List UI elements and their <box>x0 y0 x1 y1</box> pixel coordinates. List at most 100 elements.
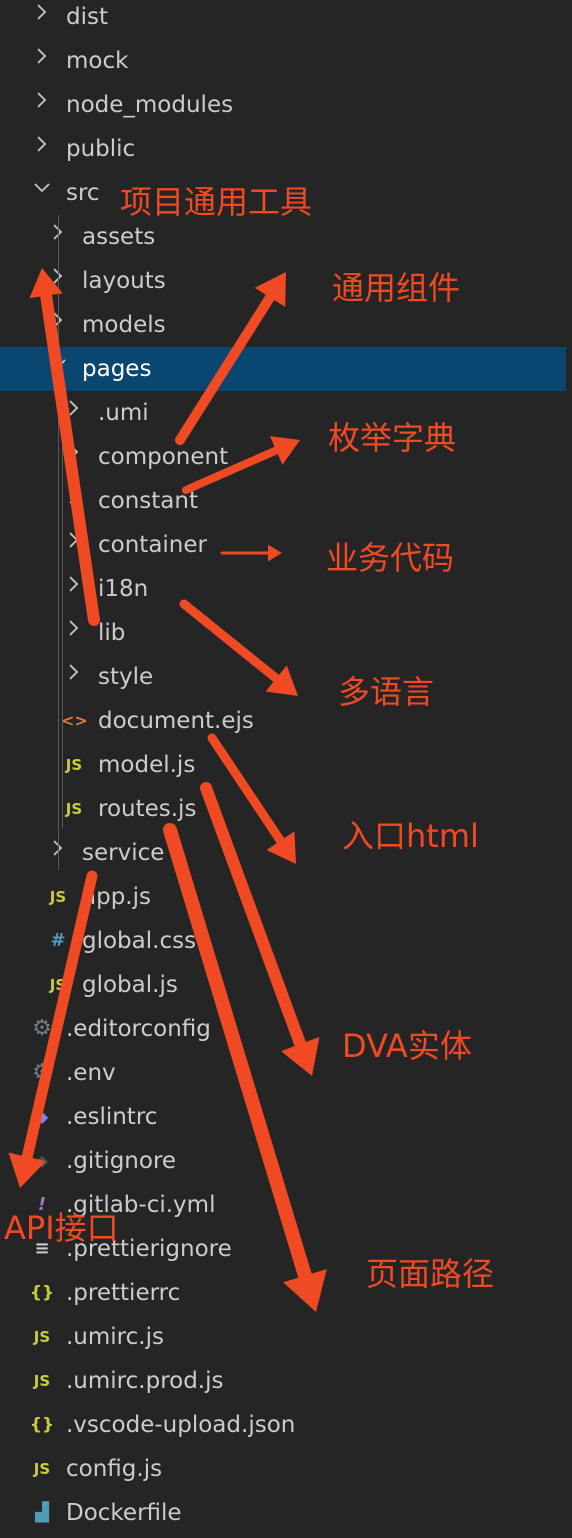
tree-item-constant[interactable]: constant <box>0 479 566 523</box>
tree-item-global-css[interactable]: # global.css <box>0 919 566 963</box>
tree-item-style[interactable]: style <box>0 655 566 699</box>
tree-item-layouts[interactable]: layouts <box>0 259 566 303</box>
js-file-icon: JS <box>65 800 83 818</box>
tree-item-label: config.js <box>66 1456 163 1482</box>
tree-item-dot-umirc-prod-js[interactable]: JS .umirc.prod.js <box>0 1359 566 1403</box>
js-file-icon: JS <box>33 1328 51 1346</box>
tree-item-lib[interactable]: lib <box>0 611 566 655</box>
annotation-label: 枚举字典 <box>328 419 457 457</box>
chevron-right-icon <box>61 479 87 523</box>
tree-item-label: service <box>82 840 165 866</box>
tree-item-pages[interactable]: pages <box>0 347 566 391</box>
eslint-icon: ◆ <box>35 1107 49 1126</box>
tree-item-label: node_modules <box>66 92 234 118</box>
tree-item-label: component <box>98 444 229 470</box>
tree-item-label: global.js <box>82 972 178 998</box>
chevron-right-icon <box>61 523 87 567</box>
tree-item-label: lib <box>98 620 126 646</box>
tree-item-dot-gitignore[interactable]: ◆ .gitignore <box>0 1139 566 1183</box>
tree-item-dot-vscode-upload-json[interactable]: {} .vscode-upload.json <box>0 1403 566 1447</box>
tree-item-label: dist <box>66 4 108 30</box>
tree-item-label: global.css <box>82 928 197 954</box>
tree-item-label: layouts <box>82 268 166 294</box>
annotation-label: 页面路径 <box>366 1255 495 1293</box>
tree-item-label: document.ejs <box>98 708 254 734</box>
tree-item-label: app.js <box>82 884 151 910</box>
tree-item-dist[interactable]: dist <box>0 0 566 39</box>
tree-item-container[interactable]: container <box>0 523 566 567</box>
tree-item-label: .vscode-upload.json <box>66 1412 296 1438</box>
annotation-label: 业务代码 <box>326 539 455 577</box>
chevron-right-icon <box>61 435 87 479</box>
tree-item-node_modules[interactable]: node_modules <box>0 83 566 127</box>
tree-item-label: .editorconfig <box>66 1016 211 1042</box>
tree-item-mock[interactable]: mock <box>0 39 566 83</box>
tree-item-label: public <box>66 136 136 162</box>
tree-item-label: .gitignore <box>66 1148 177 1174</box>
tree-item-dot-eslintrc[interactable]: ◆ .eslintrc <box>0 1095 566 1139</box>
annotation-label: 项目通用工具 <box>120 183 313 221</box>
chevron-right-icon <box>29 39 55 83</box>
chevron-down-icon <box>29 171 55 215</box>
tree-item-label: routes.js <box>98 796 197 822</box>
json-braces-icon: {} <box>29 1283 55 1303</box>
tree-item-label: .umirc.js <box>66 1324 164 1350</box>
tree-item-label: .eslintrc <box>66 1104 158 1130</box>
indent-guide <box>58 215 59 870</box>
gear-icon: ⚙ <box>32 1060 52 1085</box>
annotation-label: 入口html <box>342 817 479 855</box>
tree-item-label: style <box>98 664 154 690</box>
tree-item-label: container <box>98 532 207 558</box>
js-file-icon: JS <box>65 756 83 774</box>
tree-item-models[interactable]: models <box>0 303 566 347</box>
tree-item-dot-umirc-js[interactable]: JS .umirc.js <box>0 1315 566 1359</box>
chevron-right-icon <box>61 567 87 611</box>
tree-item-dot-env[interactable]: ⚙ .env <box>0 1051 566 1095</box>
tree-item-app-js[interactable]: JS app.js <box>0 875 566 919</box>
tree-item-config-js[interactable]: JS config.js <box>0 1447 566 1491</box>
tree-item-label: mock <box>66 48 129 74</box>
tree-item-component[interactable]: component <box>0 435 566 479</box>
tree-item-dot-umi[interactable]: .umi <box>0 391 566 435</box>
chevron-right-icon <box>29 83 55 127</box>
chevron-right-icon <box>61 611 87 655</box>
js-file-icon: JS <box>49 888 67 906</box>
docker-icon: ▟ <box>35 1502 49 1523</box>
tree-item-model-js[interactable]: JS model.js <box>0 743 566 787</box>
annotation-label: 通用组件 <box>332 269 461 307</box>
annotation-label: 多语言 <box>338 673 435 711</box>
tree-item-global-js[interactable]: JS global.js <box>0 963 566 1007</box>
tree-item-service[interactable]: service <box>0 831 566 875</box>
indent-guide <box>62 390 63 828</box>
tree-item-label: model.js <box>98 752 196 778</box>
tree-item-label: .umirc.prod.js <box>66 1368 224 1394</box>
tree-item-label: .prettierrc <box>66 1280 181 1306</box>
gear-icon: ⚙ <box>32 1016 52 1041</box>
tree-item-label: .umi <box>98 400 149 426</box>
tree-item-i18n[interactable]: i18n <box>0 567 566 611</box>
json-braces-icon: {} <box>29 1415 55 1435</box>
tree-item-label: src <box>66 180 100 206</box>
js-file-icon: JS <box>33 1460 51 1478</box>
tree-item-label: Dockerfile <box>66 1500 182 1526</box>
js-file-icon: JS <box>49 976 67 994</box>
css-file-icon: # <box>50 930 66 951</box>
chevron-right-icon <box>61 655 87 699</box>
tree-item-document-ejs[interactable]: <> document.ejs <box>0 699 566 743</box>
git-icon: ◆ <box>35 1151 49 1170</box>
tree-item-public[interactable]: public <box>0 127 566 171</box>
html-file-icon: <> <box>61 711 88 730</box>
tree-item-dot-editorconfig[interactable]: ⚙ .editorconfig <box>0 1007 566 1051</box>
tree-item-routes-js[interactable]: JS routes.js <box>0 787 566 831</box>
chevron-right-icon <box>61 391 87 435</box>
annotation-label: API接口 <box>4 1209 119 1247</box>
js-file-icon: JS <box>33 1372 51 1390</box>
tree-item-label: models <box>82 312 166 338</box>
tree-item-label: pages <box>82 356 152 382</box>
tree-item-label: i18n <box>98 576 149 602</box>
chevron-right-icon <box>29 127 55 171</box>
annotation-label: DVA实体 <box>342 1027 472 1065</box>
tree-item-label: .env <box>66 1060 116 1086</box>
chevron-right-icon <box>29 0 55 39</box>
tree-item-Dockerfile[interactable]: ▟ Dockerfile <box>0 1491 566 1535</box>
